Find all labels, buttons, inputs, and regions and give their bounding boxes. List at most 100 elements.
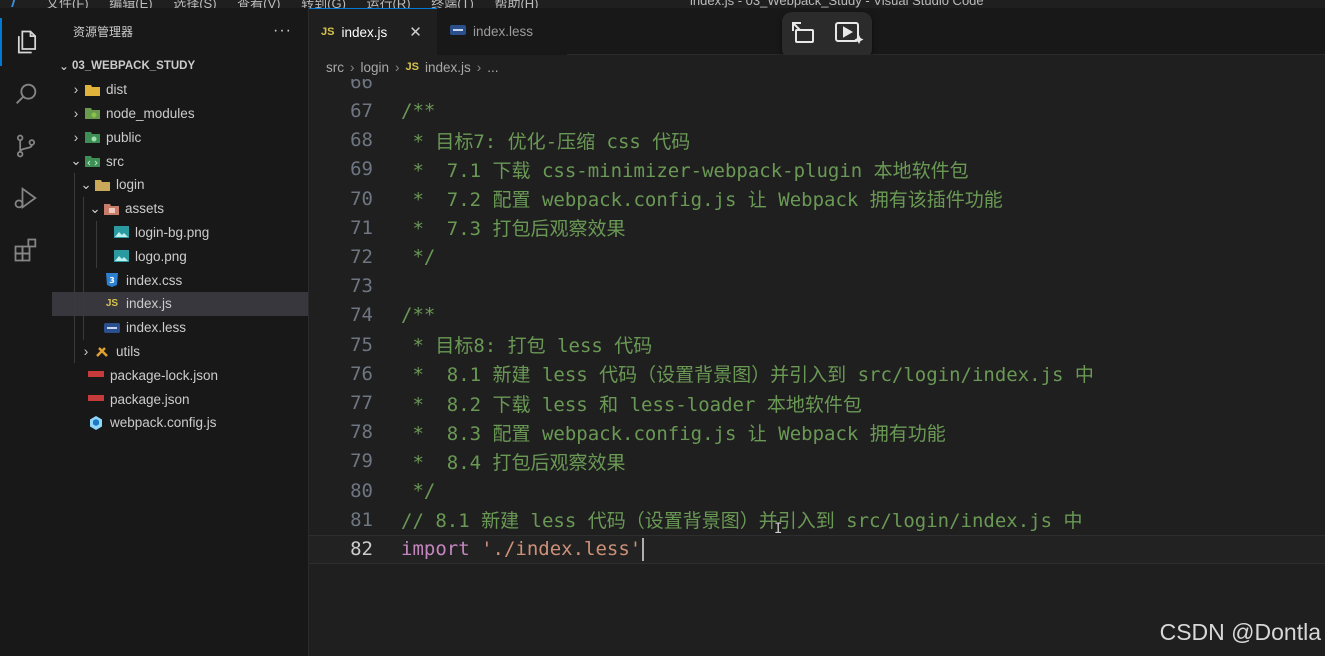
folder-node-icon bbox=[84, 105, 100, 121]
more-actions-icon[interactable]: ··· bbox=[273, 22, 292, 40]
source-control-activity-button[interactable] bbox=[0, 122, 52, 170]
tree-item-public[interactable]: › public bbox=[52, 125, 308, 149]
tree-item-utils[interactable]: › utils bbox=[52, 339, 308, 364]
code-text: /** bbox=[401, 100, 436, 123]
line-number: 73 bbox=[350, 275, 373, 298]
code-line: 78 * 8.3 配置 webpack.config.js 让 Webpack … bbox=[309, 418, 1325, 447]
code-line: 74 /** bbox=[309, 301, 1325, 330]
code-text: // 8.1 新建 less 代码（设置背景图）并引入到 src/login/i… bbox=[401, 510, 1083, 533]
tree-item-label: index.less bbox=[126, 320, 187, 336]
ai-video-icon bbox=[835, 22, 864, 44]
text-cursor bbox=[642, 537, 645, 561]
tree-item-dist[interactable]: › dist bbox=[52, 78, 308, 102]
tree-item-logo-png[interactable]: logo.png bbox=[52, 244, 308, 269]
tree-item-label: public bbox=[106, 129, 142, 145]
folder-assets-icon bbox=[103, 201, 119, 217]
tree-item-src[interactable]: ⌄ src bbox=[52, 149, 308, 173]
chevron-right-icon: › bbox=[83, 343, 89, 359]
search-activity-button[interactable] bbox=[0, 70, 52, 118]
npm-file-icon bbox=[88, 391, 104, 407]
image-file-icon bbox=[113, 224, 129, 240]
menu-help[interactable]: 帮助(H) bbox=[494, 0, 538, 8]
tree-item-index-js[interactable]: JS index.js bbox=[52, 291, 308, 316]
tab-label: index.js bbox=[341, 24, 388, 40]
code-editor[interactable]: 66 67 /** 68 * 目标7: 优化-压缩 css 代码 69 * 7.… bbox=[309, 79, 1325, 656]
code-line: 68 * 目标7: 优化-压缩 css 代码 bbox=[309, 126, 1325, 155]
breadcrumb-index-js[interactable]: index.js bbox=[425, 60, 471, 75]
chevron-down-icon: ⌄ bbox=[59, 60, 69, 73]
import-path-string: './index.less' bbox=[481, 537, 642, 560]
tree-item-package-json[interactable]: package.json bbox=[52, 387, 308, 411]
menu-selection[interactable]: 选择(S) bbox=[173, 0, 216, 8]
chevron-right-icon: › bbox=[73, 105, 79, 121]
code-line: 73 bbox=[309, 272, 1325, 301]
line-number: 77 bbox=[350, 392, 373, 415]
line-number: 78 bbox=[350, 421, 373, 444]
menu-terminal[interactable]: 终端(T) bbox=[431, 0, 474, 8]
line-number: 79 bbox=[350, 450, 373, 473]
less-file-icon bbox=[104, 320, 120, 336]
code-line: 69 * 7.1 下载 css-minimizer-webpack-plugin… bbox=[309, 155, 1325, 184]
code-line: 75 * 目标8: 打包 less 代码 bbox=[309, 330, 1325, 359]
css-file-icon: 3 bbox=[104, 272, 120, 288]
tree-item-index-less[interactable]: index.less bbox=[52, 315, 308, 340]
tree-item-node-modules[interactable]: › node_modules bbox=[52, 102, 308, 126]
indent-guide bbox=[74, 172, 75, 197]
breadcrumb-login[interactable]: login bbox=[361, 60, 390, 75]
tab-index-js[interactable]: JS index.js ✕ bbox=[309, 8, 437, 55]
tree-item-label: package-lock.json bbox=[110, 367, 219, 383]
code-line: 72 */ bbox=[309, 243, 1325, 272]
code-line: 76 * 8.1 新建 less 代码（设置背景图）并引入到 src/login… bbox=[309, 359, 1325, 388]
menu-view[interactable]: 查看(V) bbox=[237, 0, 280, 8]
tree-item-assets[interactable]: ⌄ assets bbox=[52, 196, 308, 221]
code-line: 67 /** bbox=[309, 97, 1325, 126]
tree-item-login-bg-png[interactable]: login-bg.png bbox=[52, 220, 308, 245]
tree-item-label: index.css bbox=[126, 272, 183, 288]
indent-guide bbox=[74, 244, 75, 269]
title-bar: ⟩ 文件(F) 编辑(E) 选择(S) 查看(V) 转到(G) 运行(R) 终端… bbox=[0, 0, 1325, 8]
tree-item-login[interactable]: ⌄ login bbox=[52, 172, 308, 197]
watermark: CSDN @Dontla bbox=[1159, 619, 1321, 645]
explorer-activity-button[interactable] bbox=[0, 18, 52, 66]
npm-file-icon bbox=[88, 367, 104, 383]
code-text: import './index.less' bbox=[401, 537, 645, 561]
folder-public-icon bbox=[84, 129, 100, 145]
line-number: 72 bbox=[350, 246, 373, 269]
extensions-icon bbox=[14, 238, 37, 262]
js-file-icon: JS bbox=[405, 61, 419, 73]
indent-guide bbox=[96, 244, 97, 269]
breadcrumb-symbol[interactable]: ... bbox=[487, 60, 498, 75]
menu-file[interactable]: 文件(F) bbox=[46, 0, 89, 8]
js-file-icon: JS bbox=[321, 26, 335, 38]
breadcrumb-src[interactable]: src bbox=[326, 60, 344, 75]
floating-toolbar bbox=[782, 12, 872, 59]
line-number: 68 bbox=[350, 129, 373, 152]
workspace-root[interactable]: ⌄ 03_WEBPACK_STUDY bbox=[52, 54, 308, 78]
indent-guide bbox=[83, 220, 84, 245]
chevron-down-icon: ⌄ bbox=[70, 153, 82, 169]
line-number: 76 bbox=[350, 362, 373, 385]
code-text: * 8.3 配置 webpack.config.js 让 Webpack 拥有功… bbox=[401, 422, 946, 445]
tree-item-label: dist bbox=[106, 82, 128, 98]
close-icon[interactable]: ✕ bbox=[409, 23, 422, 41]
menu-go[interactable]: 转到(G) bbox=[301, 0, 346, 8]
menu-bar[interactable]: 文件(F) 编辑(E) 选择(S) 查看(V) 转到(G) 运行(R) 终端(T… bbox=[46, 0, 556, 8]
indent-guide bbox=[83, 244, 84, 269]
menu-run[interactable]: 运行(R) bbox=[367, 0, 411, 8]
tree-item-index-css[interactable]: 3 index.css bbox=[52, 268, 308, 292]
exit-fullscreen-button[interactable] bbox=[790, 20, 818, 51]
explorer-header: 资源管理器 ··· bbox=[52, 8, 308, 54]
tree-item-webpack-config-js[interactable]: webpack.config.js bbox=[52, 411, 308, 435]
chevron-right-icon: › bbox=[476, 59, 482, 75]
extensions-activity-button[interactable] bbox=[0, 226, 52, 274]
code-text: */ bbox=[401, 246, 436, 269]
tree-item-package-lock-json[interactable]: package-lock.json bbox=[52, 363, 308, 387]
code-line-current: 82 import './index.less' bbox=[309, 534, 1325, 564]
tree-item-label: login bbox=[116, 177, 145, 193]
code-line: 77 * 8.2 下载 less 和 less-loader 本地软件包 bbox=[309, 389, 1325, 418]
run-debug-activity-button[interactable] bbox=[0, 174, 52, 222]
ai-video-button[interactable] bbox=[834, 20, 864, 51]
menu-edit[interactable]: 编辑(E) bbox=[109, 0, 152, 8]
breadcrumb: src › login › JS index.js › ... bbox=[309, 55, 1325, 79]
tab-index-less[interactable]: index.less bbox=[437, 8, 567, 55]
